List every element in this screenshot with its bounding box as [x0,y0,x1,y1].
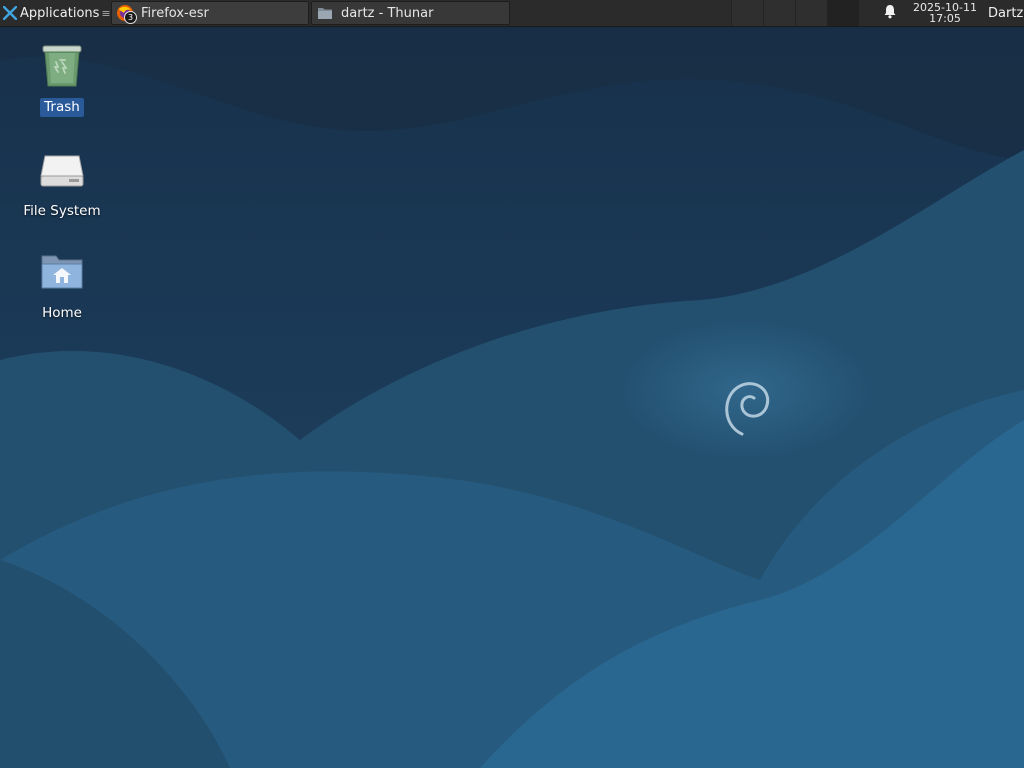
home-folder-icon [38,248,86,296]
taskbar-item-firefox[interactable]: 3 Firefox-esr [111,1,309,25]
desktop-icon-home[interactable]: Home [12,248,112,323]
desktop-icon-trash[interactable]: Trash [12,42,112,117]
desktop-icon-file-system[interactable]: File System [12,146,112,221]
workspace-1[interactable] [731,0,763,26]
taskbar-item-label: Firefox-esr [141,5,209,21]
top-panel: Applications ≡ 3 Firefox-esr dartz - Thu… [0,0,1024,27]
menu-separator-icon: ≡ [101,6,111,20]
applications-menu-button[interactable]: Applications ≡ [0,0,111,26]
bell-icon [883,4,897,23]
workspace-4[interactable] [827,0,859,26]
desktop-icon-label: File System [23,203,101,219]
desktop-icon-label: Trash [40,98,84,117]
clock-time: 17:05 [929,12,961,25]
trash-icon [38,42,86,90]
desktop-icon-label: Home [42,305,82,321]
applications-label: Applications [20,5,100,21]
taskbar-item-label: dartz - Thunar [341,5,434,21]
window-count-badge: 3 [124,11,137,24]
workspace-2[interactable] [763,0,795,26]
user-name: Dartz [988,5,1024,21]
xfce-logo-icon [3,6,17,20]
clock[interactable]: 2025-10-11 17:05 [908,1,982,25]
taskbar-item-thunar[interactable]: dartz - Thunar [311,1,510,25]
notifications-button[interactable] [878,0,902,26]
firefox-icon: 3 [115,3,137,24]
folder-icon [315,3,335,23]
user-menu[interactable]: Dartz [988,0,1023,26]
drive-icon [38,146,86,194]
workspace-switcher [731,0,859,26]
workspace-3[interactable] [795,0,827,26]
desktop-wallpaper [0,0,1024,768]
